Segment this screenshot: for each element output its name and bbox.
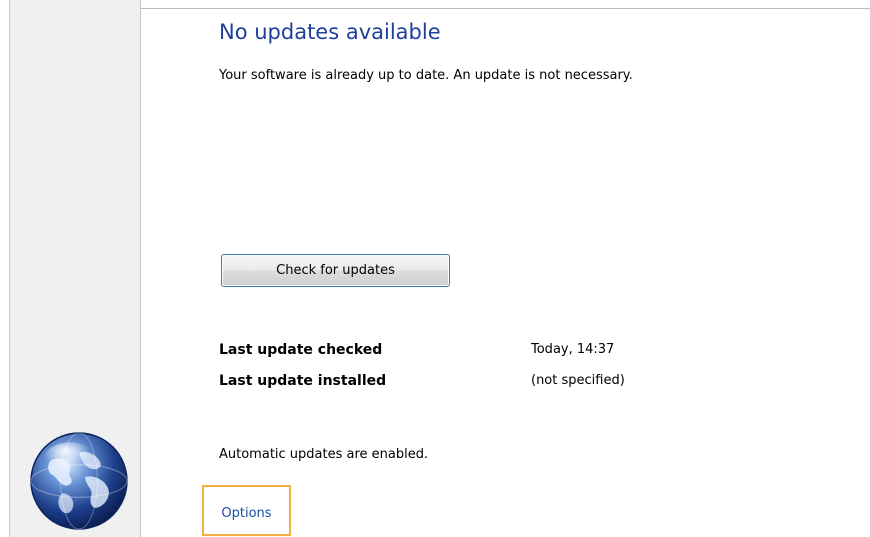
last-installed-value: (not specified) xyxy=(531,373,625,388)
last-checked-label: Last update checked xyxy=(219,342,383,358)
update-window: No updates available Your software is al… xyxy=(0,0,870,537)
auto-update-status: Automatic updates are enabled. xyxy=(219,447,429,462)
check-for-updates-button[interactable]: Check for updates xyxy=(221,254,450,287)
sidebar xyxy=(9,0,141,537)
status-message: Your software is already up to date. An … xyxy=(219,68,633,83)
options-link-label: Options xyxy=(221,506,272,521)
options-link[interactable]: Options xyxy=(202,485,291,536)
last-checked-value: Today, 14:37 xyxy=(531,342,615,357)
globe-icon xyxy=(30,432,128,530)
top-divider xyxy=(141,8,870,9)
last-installed-label: Last update installed xyxy=(219,373,387,389)
page-title: No updates available xyxy=(219,20,441,44)
